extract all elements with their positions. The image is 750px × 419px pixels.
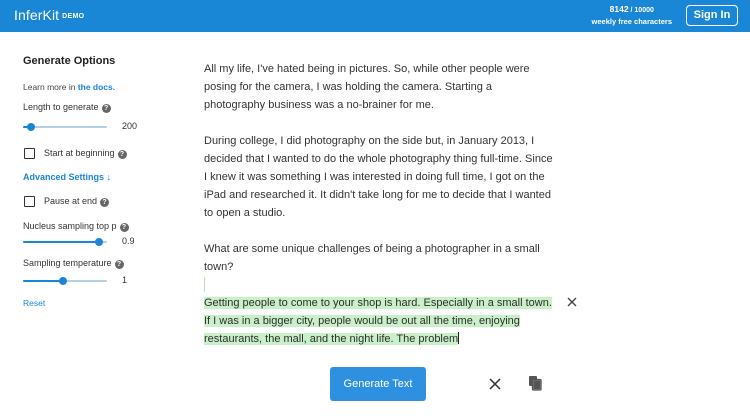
length-value: 200 [122,121,138,131]
copy-icon[interactable] [528,375,542,391]
start-at-beginning-text: Start at beginning [44,148,115,158]
length-slider[interactable] [23,123,107,131]
usage-counter: 8142 / 10000 weekly free characters [592,4,672,27]
temperature-label-text: Sampling temperature [23,258,112,268]
help-icon[interactable]: ? [119,223,129,232]
start-at-beginning-label: Start at beginning? [44,148,127,159]
logo[interactable]: InferKit DEMO [14,7,84,23]
help-icon[interactable]: ? [100,198,110,207]
nucleus-slider-thumb[interactable] [94,238,103,246]
top-bar: InferKit DEMO 8142 / 10000 weekly free ch… [0,0,750,32]
text-caret [458,332,460,344]
usage-label: weekly free characters [591,17,672,26]
advanced-settings-toggle[interactable]: Advanced Settings ↓ [23,172,111,182]
options-title: Generate Options [23,55,116,67]
generated-text[interactable]: Getting people to come to your shop is h… [204,294,554,348]
docs-link[interactable]: the docs. [78,82,115,92]
length-label: Length to generate? [23,102,111,113]
temperature-slider[interactable] [23,277,107,285]
temperature-value: 1 [122,275,128,285]
generate-text-button[interactable]: Generate Text [330,367,426,401]
length-label-text: Length to generate [23,102,99,112]
sign-in-button[interactable]: Sign In [686,5,738,26]
nucleus-label-text: Nucleus sampling top p [23,221,117,231]
nucleus-slider-fill [23,241,99,243]
help-icon[interactable]: ? [101,104,111,113]
learn-more: Learn more in the docs. [23,82,115,92]
prompt-paragraph: All my life, I've hated being in picture… [204,63,530,111]
generation-divider [204,277,205,292]
temperature-slider-fill [23,280,64,282]
reset-link[interactable]: Reset [23,298,45,308]
nucleus-slider[interactable] [23,238,107,246]
usage-used: 8142 [609,4,629,14]
length-slider-thumb[interactable] [27,123,36,131]
prompt-paragraph: During college, I did photography on the… [204,135,553,219]
help-icon[interactable]: ? [114,260,124,269]
prompt-editor[interactable]: All my life, I've hated being in picture… [204,60,554,294]
pause-at-end-label: Pause at end? [44,196,110,207]
pause-at-end-checkbox[interactable] [24,196,35,207]
close-icon[interactable] [489,378,501,390]
pause-at-end-text: Pause at end [44,196,98,206]
prompt-paragraph: What are some unique challenges of being… [204,243,540,273]
logo-badge: DEMO [62,13,85,20]
generated-text-highlight: Getting people to come to your shop is h… [204,297,552,345]
temperature-slider-thumb[interactable] [59,277,68,285]
help-icon[interactable]: ? [117,150,127,159]
temperature-label: Sampling temperature? [23,258,124,269]
learn-more-text: Learn more in [23,82,78,92]
start-at-beginning-checkbox[interactable] [24,148,35,159]
usage-total: 10000 [634,7,654,14]
options-sidebar: Generate Options Learn more in the docs.… [0,32,165,419]
logo-name: InferKit [14,7,60,23]
dismiss-generation-icon[interactable] [566,296,578,308]
nucleus-value: 0.9 [122,236,135,246]
nucleus-label: Nucleus sampling top p? [23,221,129,232]
